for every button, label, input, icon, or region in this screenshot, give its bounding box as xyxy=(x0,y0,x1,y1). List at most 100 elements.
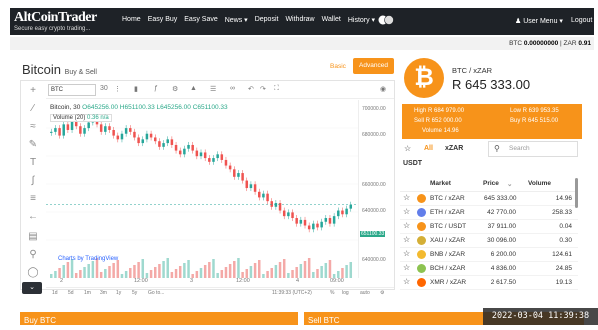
time-tick: 12:00 xyxy=(236,278,250,284)
trendline-icon[interactable]: ∕ xyxy=(27,103,39,115)
market-row[interactable]: ☆ XAU / xZAR 30 096.00 0.30 xyxy=(400,234,578,248)
row-star-icon[interactable]: ☆ xyxy=(403,193,410,202)
alert-icon[interactable]: ∞ xyxy=(230,85,235,92)
ticker-volume: Volume 14.96 xyxy=(422,128,459,134)
candlestick-chart[interactable] xyxy=(46,100,358,278)
tab-all[interactable]: All xyxy=(424,145,433,152)
fullscreen-icon[interactable]: ⛶ xyxy=(274,85,279,93)
candle xyxy=(216,154,219,159)
chevron-down-icon[interactable]: ⌄ xyxy=(22,282,42,294)
nav-deposit[interactable]: Deposit xyxy=(255,16,279,24)
pattern-icon[interactable]: ∫ xyxy=(27,175,39,187)
volume-bar xyxy=(299,264,303,278)
range-3m[interactable]: 3m xyxy=(100,290,107,296)
range-5d[interactable]: 5d xyxy=(68,290,74,296)
camera-icon[interactable]: ◉ xyxy=(380,85,386,93)
volume-bar xyxy=(316,269,319,278)
range-1y[interactable]: 1y xyxy=(116,290,121,296)
market-row[interactable]: ☆ BCH / xZAR 4 836.00 24.85 xyxy=(400,262,578,276)
row-star-icon[interactable]: ☆ xyxy=(403,263,410,272)
market-table: Market Price ⌄ Volume ☆ BTC / xZAR 645 333… xyxy=(400,177,578,290)
goto-date[interactable]: Go to... xyxy=(148,290,164,296)
ruler-icon[interactable]: ▤ xyxy=(27,231,39,243)
settings-icon[interactable]: ⚙ xyxy=(172,85,178,93)
nav-withdraw[interactable]: Withdraw xyxy=(285,16,314,24)
log-toggle[interactable]: log xyxy=(342,290,349,296)
row-star-icon[interactable]: ☆ xyxy=(403,277,410,286)
favorites-star-icon[interactable]: ☆ xyxy=(404,144,411,153)
zoom-icon[interactable]: ⚲ xyxy=(27,249,39,261)
text-icon[interactable]: T xyxy=(27,157,39,169)
auto-toggle[interactable]: auto xyxy=(360,290,370,296)
market-search-input[interactable]: ⚲ Search xyxy=(488,141,578,157)
sort-icon[interactable]: ⌄ xyxy=(507,180,512,188)
col-volume[interactable]: Volume xyxy=(528,180,551,187)
volume-bar xyxy=(141,259,145,278)
arrow-left-icon[interactable]: ← xyxy=(27,211,39,223)
templates-icon[interactable]: ☰ xyxy=(210,85,216,93)
user-icon: ♟ xyxy=(515,18,524,25)
nav-wallet[interactable]: Wallet xyxy=(322,16,341,24)
range-1d[interactable]: 1d xyxy=(52,290,58,296)
basic-mode-link[interactable]: Basic xyxy=(330,63,346,70)
range-5y[interactable]: 5y xyxy=(132,290,137,296)
price-tick: 640000.00 xyxy=(362,208,386,214)
symbol-input[interactable]: BTC xyxy=(48,84,96,96)
undo-icon[interactable]: ↶ xyxy=(248,85,254,93)
range-1m[interactable]: 1m xyxy=(84,290,91,296)
interval-select[interactable]: 30 xyxy=(100,85,108,92)
candle xyxy=(220,154,224,160)
market-row[interactable]: ☆ ETH / xZAR 42 770.00 258.33 xyxy=(400,206,578,220)
row-star-icon[interactable]: ☆ xyxy=(403,207,410,216)
col-market[interactable]: Market xyxy=(430,180,451,187)
nav-history[interactable]: History ▾ xyxy=(348,16,375,24)
volume-bar xyxy=(324,263,328,278)
row-star-icon[interactable]: ☆ xyxy=(403,221,410,230)
market-row[interactable]: ☆ BTC / USDT 37 911.00 0.04 xyxy=(400,220,578,234)
fib-icon[interactable]: ≈ xyxy=(27,121,39,133)
candle xyxy=(337,210,340,217)
market-row[interactable]: ☆ XMR / xZAR 2 617.50 19.13 xyxy=(400,276,578,290)
redo-icon[interactable]: ↷ xyxy=(260,85,266,93)
volume-bar xyxy=(162,261,165,278)
logo-text: AltCoinTrader xyxy=(14,10,97,25)
compare-icon[interactable]: ▲ xyxy=(190,85,197,92)
user-menu[interactable]: ♟ User Menu ▾ xyxy=(515,17,563,25)
chart-settings-icon[interactable]: ⚙ xyxy=(380,290,384,296)
row-star-icon[interactable]: ☆ xyxy=(403,249,410,258)
candle xyxy=(99,124,103,132)
price-tick: 660000.00 xyxy=(362,182,386,188)
advanced-mode-button[interactable]: Advanced xyxy=(353,58,394,74)
percent-toggle[interactable]: % xyxy=(330,290,334,296)
row-star-icon[interactable]: ☆ xyxy=(403,235,410,244)
magnet-icon[interactable]: ◯ xyxy=(27,267,39,279)
measure-icon[interactable]: ≡ xyxy=(27,193,39,205)
logout-link[interactable]: Logout xyxy=(571,17,592,25)
candle xyxy=(282,210,286,217)
market-row[interactable]: ☆ BNB / xZAR 6 200.00 124.61 xyxy=(400,248,578,262)
tradingview-watermark[interactable]: Charts by TradingView xyxy=(58,256,118,262)
indicators-icon[interactable]: ƒ xyxy=(154,85,158,92)
market-table-header: Market Price ⌄ Volume xyxy=(400,177,578,192)
volume-bar xyxy=(307,258,311,278)
coins-icon[interactable] xyxy=(378,14,394,26)
nav-easy-buy[interactable]: Easy Buy xyxy=(148,16,178,24)
nav-easy-save[interactable]: Easy Save xyxy=(184,16,217,24)
price-axis[interactable]: 700000.00 680000.00 660000.00 640000.00 … xyxy=(358,100,394,278)
crosshair-icon[interactable]: + xyxy=(27,85,39,97)
tab-xzar[interactable]: xZAR xyxy=(445,145,463,152)
brush-icon[interactable]: ✎ xyxy=(27,139,39,151)
nav-news[interactable]: News ▾ xyxy=(225,16,248,24)
tab-usdt[interactable]: USDT xyxy=(403,160,422,167)
bar-style-icon[interactable]: ▮ xyxy=(134,85,138,93)
interval-dropdown-icon[interactable]: ⋮ xyxy=(114,85,121,93)
volume-bar xyxy=(129,268,132,278)
site-logo[interactable]: AltCoinTrader Secure easy crypto trading… xyxy=(14,11,97,33)
nav-home[interactable]: Home xyxy=(122,16,141,24)
coin-icon xyxy=(417,264,426,273)
col-price[interactable]: Price xyxy=(483,180,499,187)
market-table-scrollbar[interactable] xyxy=(575,178,578,208)
ohlc-low: 645256.00 xyxy=(160,104,191,111)
market-row[interactable]: ☆ BTC / xZAR 645 333.00 14.96 xyxy=(400,192,578,206)
candle xyxy=(83,128,86,134)
